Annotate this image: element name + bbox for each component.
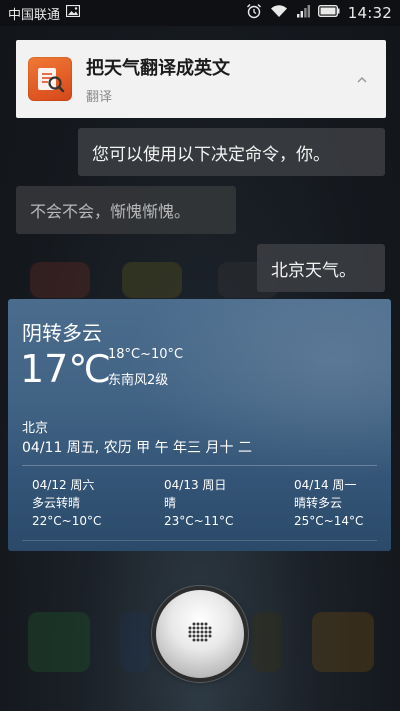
translate-notification[interactable]: 把天气翻译成英文 翻译	[16, 40, 386, 118]
chevron-up-icon[interactable]	[356, 70, 368, 89]
alarm-icon	[246, 3, 262, 23]
message-text: 不会不会，惭愧惭愧。	[30, 202, 191, 221]
wind-info: 东南风2级	[108, 373, 169, 388]
forecast-date: 04/13 周日	[164, 478, 227, 492]
background-app-icon	[122, 262, 182, 298]
clock: 14:32	[347, 4, 392, 22]
signal-icon	[296, 4, 310, 22]
forecast-date: 04/14 周一	[294, 478, 357, 492]
city-name: 北京	[22, 421, 49, 436]
weather-card[interactable]: 阴转多云 17℃ 18°C~10°C 东南风2级 北京 04/11 周五, 农历…	[8, 299, 391, 551]
background-app-icon	[120, 612, 150, 672]
message-text: 您可以使用以下决定命令，你。	[92, 144, 330, 165]
notification-subtitle: 翻译	[86, 89, 113, 105]
forecast-range: 22°C~10°C	[32, 514, 102, 528]
status-bar: 中国联通 14:32	[0, 0, 400, 26]
forecast-range: 23°C~11°C	[164, 514, 234, 528]
forecast-condition: 晴转多云	[294, 496, 343, 510]
current-temperature: 17℃	[20, 347, 112, 391]
background-app-icon	[252, 612, 282, 672]
divider	[22, 465, 377, 466]
battery-icon	[317, 4, 340, 21]
current-date: 04/11 周五, 农历 甲 午 年三 月十 二	[22, 440, 252, 456]
weather-condition: 阴转多云	[22, 321, 102, 345]
forecast-date: 04/12 周六	[32, 478, 95, 492]
image-icon	[65, 4, 81, 21]
assistant-message-bubble: 不会不会，惭愧惭愧。	[16, 186, 236, 234]
user-message-bubble: 北京天气。	[257, 244, 385, 292]
translate-app-icon	[28, 57, 72, 101]
voice-input-button[interactable]	[156, 590, 244, 678]
forecast-day: 04/13 周日 晴 23°C~11°C	[164, 476, 279, 530]
forecast-day: 04/14 周一 晴转多云 25°C~14°C	[294, 476, 391, 530]
carrier-name: 中国联通	[8, 7, 61, 23]
background-phone-icon	[28, 612, 90, 672]
background-app-icon	[30, 262, 90, 298]
temperature-range: 18°C~10°C	[108, 347, 184, 362]
forecast-condition: 晴	[164, 496, 177, 510]
forecast-range: 25°C~14°C	[294, 514, 364, 528]
divider	[22, 540, 377, 541]
wifi-icon	[270, 4, 288, 22]
forecast-day: 04/12 周六 多云转晴 22°C~10°C	[32, 476, 147, 530]
message-text: 北京天气。	[271, 260, 356, 281]
notification-title: 把天气翻译成英文	[86, 57, 230, 79]
user-message-bubble: 您可以使用以下决定命令，你。	[78, 128, 385, 176]
microphone-icon	[185, 621, 215, 647]
background-app-icon	[312, 612, 374, 672]
forecast-condition: 多云转晴	[32, 496, 81, 510]
